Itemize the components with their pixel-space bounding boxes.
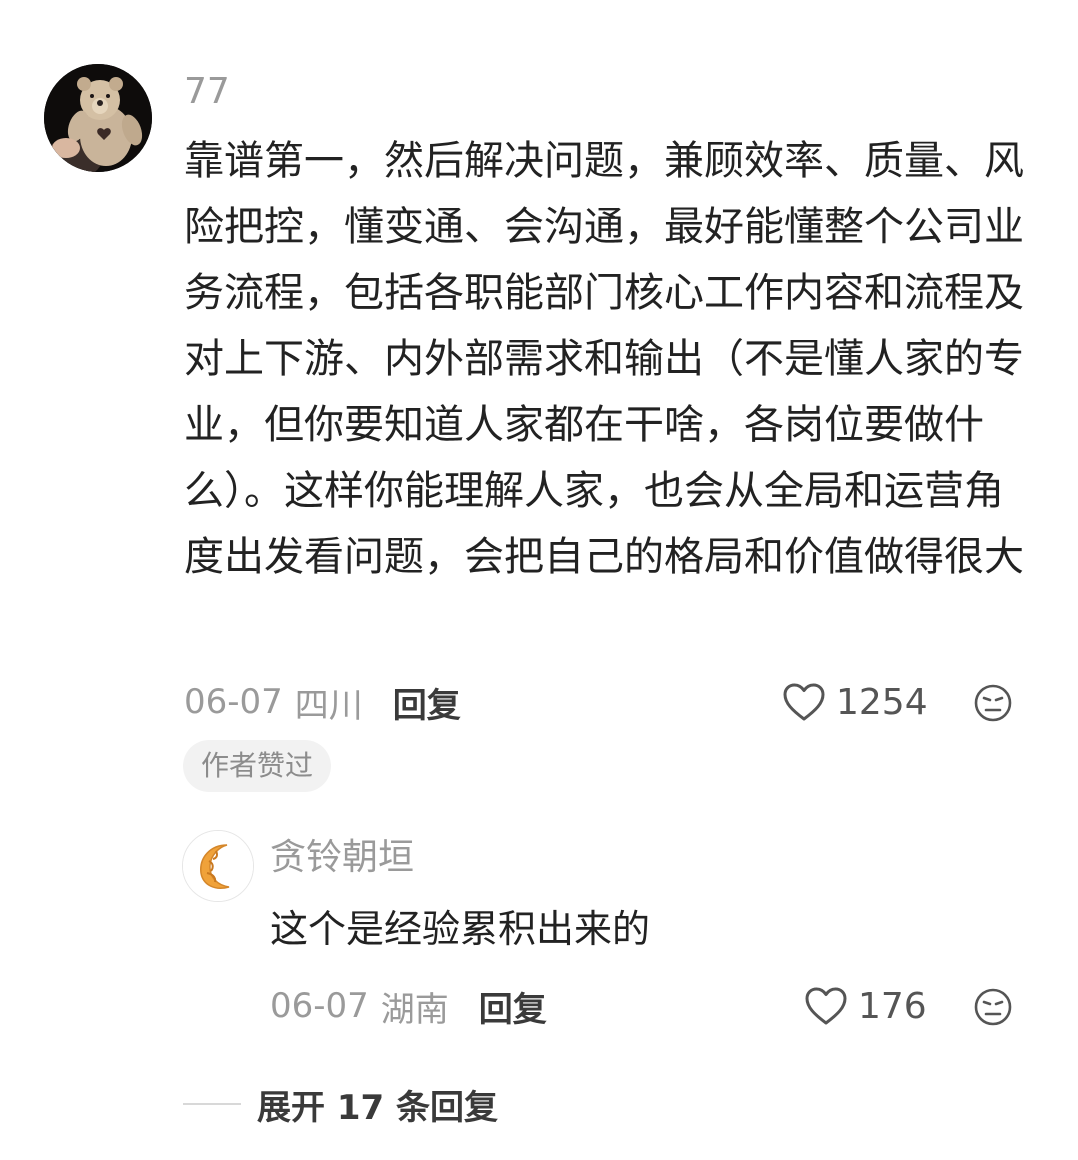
reply-username[interactable]: 贪铃朝垣 (270, 836, 414, 880)
heart-icon (783, 683, 825, 721)
reply-like-count: 176 (858, 985, 927, 1027)
reply-meta: 06-07 湖南 回复 (270, 980, 547, 1032)
dislike-face-icon (974, 988, 1012, 1026)
author-liked-badge: 作者赞过 (183, 740, 332, 792)
reply-user-avatar[interactable] (182, 830, 254, 902)
teddy-bear-avatar-icon (44, 64, 152, 172)
comment-like-button[interactable]: 1254 (782, 676, 928, 728)
reply-dislike-button[interactable] (973, 987, 1013, 1027)
user-avatar[interactable] (44, 64, 152, 172)
expand-replies-label: 展开 17 条回复 (257, 1087, 498, 1128)
comment-date: 06-07 (184, 682, 283, 722)
reply-text: 这个是经验累积出来的 (270, 907, 651, 951)
dislike-face-icon (974, 684, 1012, 722)
comment-dislike-button[interactable] (973, 683, 1013, 723)
divider-line (183, 1103, 241, 1105)
croissant-avatar-icon (183, 831, 253, 901)
comment-text: 靠谱第一，然后解决问题，兼顾效率、质量、风险把控，懂变通、会沟通，最好能懂整个公… (184, 138, 1024, 580)
reply-button[interactable]: 回复 (393, 678, 461, 727)
reply-like-button[interactable]: 176 (804, 980, 927, 1032)
expand-replies-button[interactable]: 展开 17 条回复 (183, 1078, 498, 1130)
comment-location: 四川 (294, 685, 363, 726)
reply-date: 06-07 (270, 986, 369, 1026)
reply-location: 湖南 (380, 989, 449, 1030)
comment-username[interactable]: 77 (184, 70, 230, 114)
comment-meta: 06-07 四川 回复 (184, 676, 461, 728)
comment-like-count: 1254 (836, 681, 928, 723)
heart-icon (805, 987, 847, 1025)
reply-reply-button[interactable]: 回复 (479, 982, 547, 1031)
